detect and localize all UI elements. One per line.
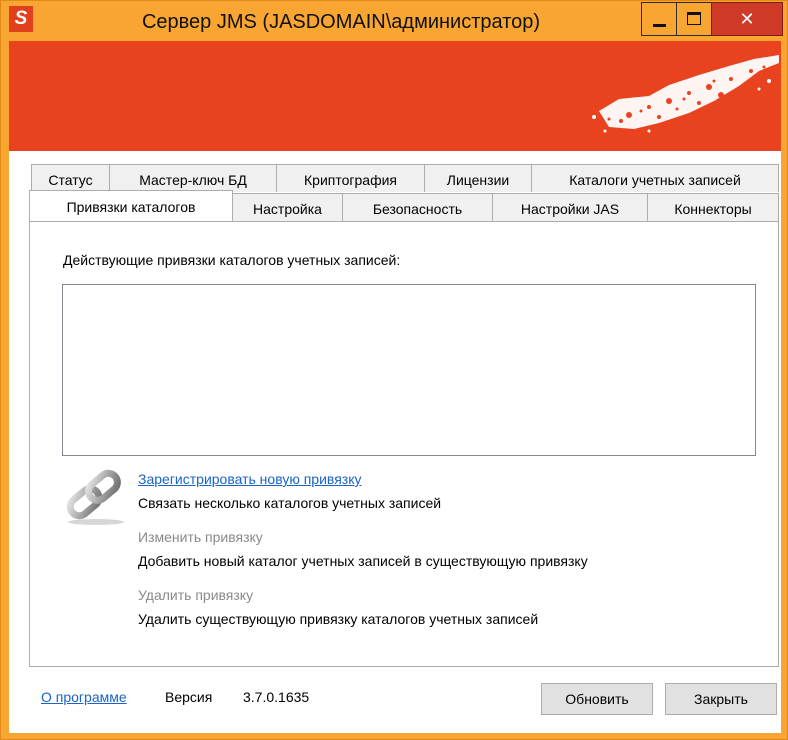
edit-binding-link[interactable]: Изменить привязку bbox=[138, 529, 263, 545]
tab-security[interactable]: Безопасность bbox=[342, 193, 493, 221]
register-binding-description: Связать несколько каталогов учетных запи… bbox=[138, 495, 442, 511]
tab-settings[interactable]: Настройка bbox=[232, 193, 343, 221]
chain-link-icon bbox=[66, 469, 124, 525]
maximize-button[interactable] bbox=[676, 2, 712, 36]
refresh-button[interactable]: Обновить bbox=[541, 683, 653, 715]
delete-binding-description: Удалить существующую привязку каталогов … bbox=[138, 611, 539, 627]
tab-catalog-bindings[interactable]: Привязки каталогов bbox=[29, 190, 233, 221]
client-area: Статус Мастер-ключ БД Криптография Лицен… bbox=[9, 151, 781, 733]
bindings-list-label: Действующие привязки каталогов учетных з… bbox=[63, 252, 401, 268]
delete-binding-link[interactable]: Удалить привязку bbox=[138, 587, 253, 603]
close-button[interactable]: Закрыть bbox=[665, 683, 777, 715]
edit-binding-description: Добавить новый каталог учетных записей в… bbox=[138, 553, 588, 569]
tab-db-master-key[interactable]: Мастер-ключ БД bbox=[109, 164, 277, 192]
register-binding-link[interactable]: Зарегистрировать новую привязку bbox=[138, 471, 361, 487]
version-label: Версия bbox=[165, 689, 213, 705]
tab-status[interactable]: Статус bbox=[31, 164, 110, 192]
about-link[interactable]: О программе bbox=[41, 689, 127, 705]
close-icon: ✕ bbox=[739, 9, 755, 29]
tab-connectors[interactable]: Коннекторы bbox=[647, 193, 779, 221]
close-window-button[interactable]: ✕ bbox=[711, 2, 783, 36]
bindings-listbox[interactable] bbox=[62, 284, 756, 456]
maximize-icon bbox=[687, 12, 701, 25]
minimize-button[interactable] bbox=[641, 2, 677, 36]
header-banner bbox=[9, 41, 781, 151]
version-value: 3.7.0.1635 bbox=[243, 689, 310, 705]
bindings-panel: Действующие привязки каталогов учетных з… bbox=[29, 221, 779, 667]
tab-account-catalogs[interactable]: Каталоги учетных записей bbox=[531, 164, 779, 192]
tab-cryptography[interactable]: Криптография bbox=[276, 164, 425, 192]
window-title: Сервер JMS (JASDOMAIN\администратор) bbox=[141, 11, 541, 33]
tab-jas-settings[interactable]: Настройки JAS bbox=[492, 193, 648, 221]
minimize-icon bbox=[653, 24, 666, 27]
tab-licenses[interactable]: Лицензии bbox=[424, 164, 532, 192]
title-bar[interactable]: S Сервер JMS (JASDOMAIN\администратор) ✕ bbox=[1, 1, 787, 41]
app-window: S Сервер JMS (JASDOMAIN\администратор) ✕ bbox=[0, 0, 788, 740]
banner-texture-graphic bbox=[592, 55, 779, 133]
